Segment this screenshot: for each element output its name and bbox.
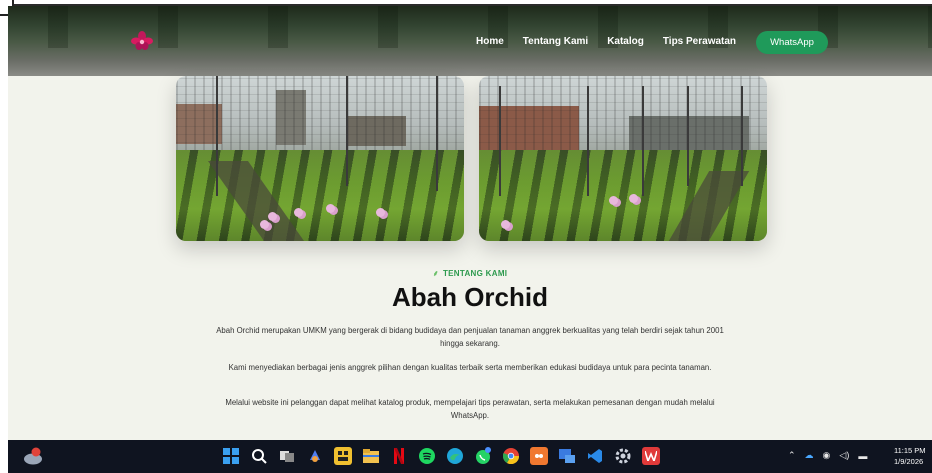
nav-katalog-link[interactable]: Katalog xyxy=(607,36,644,47)
task-view-icon[interactable] xyxy=(278,447,296,465)
window-frame-left xyxy=(0,16,8,440)
section-tag-label: TENTANG KAMI xyxy=(442,269,508,278)
cloud-icon[interactable]: ☁ xyxy=(805,450,814,461)
search-icon[interactable] xyxy=(250,447,268,465)
whatsapp-button[interactable]: WhatsApp xyxy=(756,31,828,54)
greenhouse-photo-2 xyxy=(479,76,767,241)
about-paragraph-2: Kami menyediakan berbagai jenis anggrek … xyxy=(228,363,712,372)
about-paragraph-1: Abah Orchid merupakan UMKM yang bergerak… xyxy=(216,326,724,348)
navbar: Home Tentang Kami Katalog Tips Perawatan… xyxy=(8,6,932,76)
edge-icon[interactable] xyxy=(446,447,464,465)
weather-icon[interactable] xyxy=(22,446,44,466)
chevron-up-icon[interactable]: ⌃ xyxy=(788,450,796,461)
wps-icon[interactable] xyxy=(642,447,660,465)
whatsapp-icon[interactable] xyxy=(474,447,492,465)
nav-home-link[interactable]: Home xyxy=(476,36,504,47)
battery-icon[interactable]: ▬ xyxy=(858,451,867,461)
vscode-icon[interactable] xyxy=(586,447,604,465)
nav-links: Home Tentang Kami Katalog Tips Perawatan xyxy=(476,36,755,47)
taskbar-icons xyxy=(222,447,670,465)
greenhouse-photo-1 xyxy=(176,76,464,241)
spotify-icon[interactable] xyxy=(418,447,436,465)
leaf-icon: ⸙ xyxy=(432,269,439,278)
clock-date: 1/9/2026 xyxy=(894,457,924,466)
windows-taskbar: ⌃ ☁ ◉ ◁) ▬ 11:15 PM 1/9/2026 xyxy=(8,440,932,473)
file-explorer-icon[interactable] xyxy=(362,447,380,465)
volume-icon[interactable]: ◁) xyxy=(839,450,849,461)
app-orange-icon[interactable] xyxy=(530,447,548,465)
clock[interactable]: 11:15 PM 1/9/2026 xyxy=(894,445,926,467)
app-blue-icon[interactable] xyxy=(558,447,576,465)
windows-start-icon[interactable] xyxy=(222,447,240,465)
section-tag: ⸙ TENTANG KAMI xyxy=(8,268,932,279)
web-page: Home Tentang Kami Katalog Tips Perawatan… xyxy=(8,6,932,440)
netflix-icon[interactable] xyxy=(390,447,408,465)
wifi-icon[interactable]: ◉ xyxy=(823,450,831,461)
widgets-icon[interactable] xyxy=(334,447,352,465)
clock-time: 11:15 PM xyxy=(894,446,926,455)
section-title: Abah Orchid xyxy=(391,282,548,312)
chrome-icon[interactable] xyxy=(502,447,520,465)
nav-tips-perawatan-link[interactable]: Tips Perawatan xyxy=(663,36,736,47)
nav-tentang-kami-link[interactable]: Tentang Kami xyxy=(523,36,588,47)
copilot-icon[interactable] xyxy=(306,447,324,465)
settings-icon[interactable] xyxy=(614,447,632,465)
orchid-logo-icon[interactable] xyxy=(130,30,154,52)
about-paragraph-3: Melalui website ini pelanggan dapat meli… xyxy=(225,398,715,420)
system-tray: ⌃ ☁ ◉ ◁) ▬ xyxy=(788,450,876,461)
